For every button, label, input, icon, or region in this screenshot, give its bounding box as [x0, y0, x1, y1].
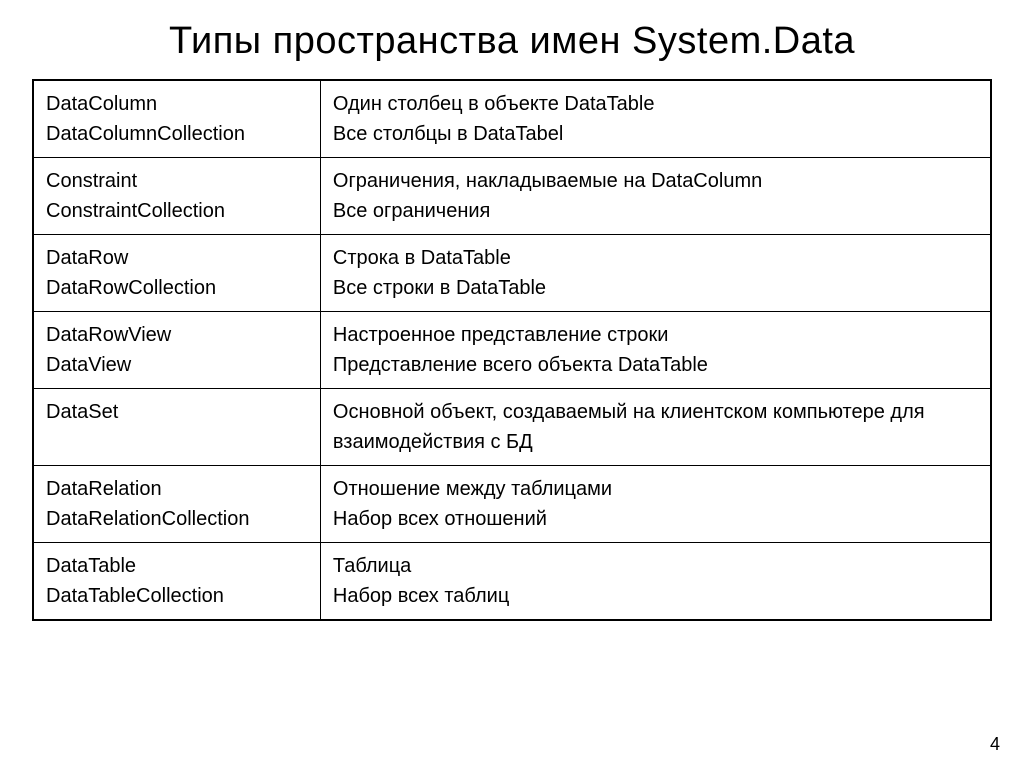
- description-cell: Настроенное представление строки Предста…: [320, 312, 991, 389]
- type-name: DataRelation: [46, 474, 308, 504]
- type-description: Все ограничения: [333, 196, 978, 226]
- table-row: DataColumn DataColumnCollection Один сто…: [33, 80, 991, 158]
- type-name: Constraint: [46, 166, 308, 196]
- type-name: DataRowCollection: [46, 273, 308, 303]
- table-row: DataRelation DataRelationCollection Отно…: [33, 466, 991, 543]
- type-description: Таблица: [333, 551, 978, 581]
- type-name: DataTable: [46, 551, 308, 581]
- description-cell: Таблица Набор всех таблиц: [320, 543, 991, 621]
- type-name: ConstraintCollection: [46, 196, 308, 226]
- table-row: DataRowView DataView Настроенное предста…: [33, 312, 991, 389]
- type-cell: Constraint ConstraintCollection: [33, 158, 320, 235]
- type-cell: DataRow DataRowCollection: [33, 235, 320, 312]
- type-description: Все столбцы в DataTabel: [333, 119, 978, 149]
- type-cell: DataRowView DataView: [33, 312, 320, 389]
- type-name: DataColumn: [46, 89, 308, 119]
- type-cell: DataColumn DataColumnCollection: [33, 80, 320, 158]
- type-description: Настроенное представление строки: [333, 320, 978, 350]
- type-name: DataRelationCollection: [46, 504, 308, 534]
- type-cell: DataRelation DataRelationCollection: [33, 466, 320, 543]
- description-cell: Строка в DataTable Все строки в DataTabl…: [320, 235, 991, 312]
- type-cell: DataSet: [33, 389, 320, 466]
- type-name: DataSet: [46, 397, 308, 427]
- table-row: DataSet Основной объект, создаваемый на …: [33, 389, 991, 466]
- table-row: Constraint ConstraintCollection Ограниче…: [33, 158, 991, 235]
- type-description: Набор всех отношений: [333, 504, 978, 534]
- type-name: DataColumnCollection: [46, 119, 308, 149]
- type-name: DataView: [46, 350, 308, 380]
- type-name: DataRow: [46, 243, 308, 273]
- type-description: Основной объект, создаваемый на клиентск…: [333, 397, 978, 457]
- page-number: 4: [990, 734, 1000, 755]
- type-description: Ограничения, накладываемые на DataColumn: [333, 166, 978, 196]
- types-table: DataColumn DataColumnCollection Один сто…: [32, 79, 992, 621]
- type-description: Набор всех таблиц: [333, 581, 978, 611]
- type-name: DataTableCollection: [46, 581, 308, 611]
- type-name: DataRowView: [46, 320, 308, 350]
- description-cell: Отношение между таблицами Набор всех отн…: [320, 466, 991, 543]
- description-cell: Основной объект, создаваемый на клиентск…: [320, 389, 991, 466]
- slide-title: Типы пространства имен System.Data: [32, 20, 992, 63]
- description-cell: Один столбец в объекте DataTable Все сто…: [320, 80, 991, 158]
- type-description: Отношение между таблицами: [333, 474, 978, 504]
- type-cell: DataTable DataTableCollection: [33, 543, 320, 621]
- type-description: Строка в DataTable: [333, 243, 978, 273]
- type-description: Представление всего объекта DataTable: [333, 350, 978, 380]
- type-description: Все строки в DataTable: [333, 273, 978, 303]
- table-row: DataTable DataTableCollection Таблица На…: [33, 543, 991, 621]
- description-cell: Ограничения, накладываемые на DataColumn…: [320, 158, 991, 235]
- type-description: Один столбец в объекте DataTable: [333, 89, 978, 119]
- table-row: DataRow DataRowCollection Строка в DataT…: [33, 235, 991, 312]
